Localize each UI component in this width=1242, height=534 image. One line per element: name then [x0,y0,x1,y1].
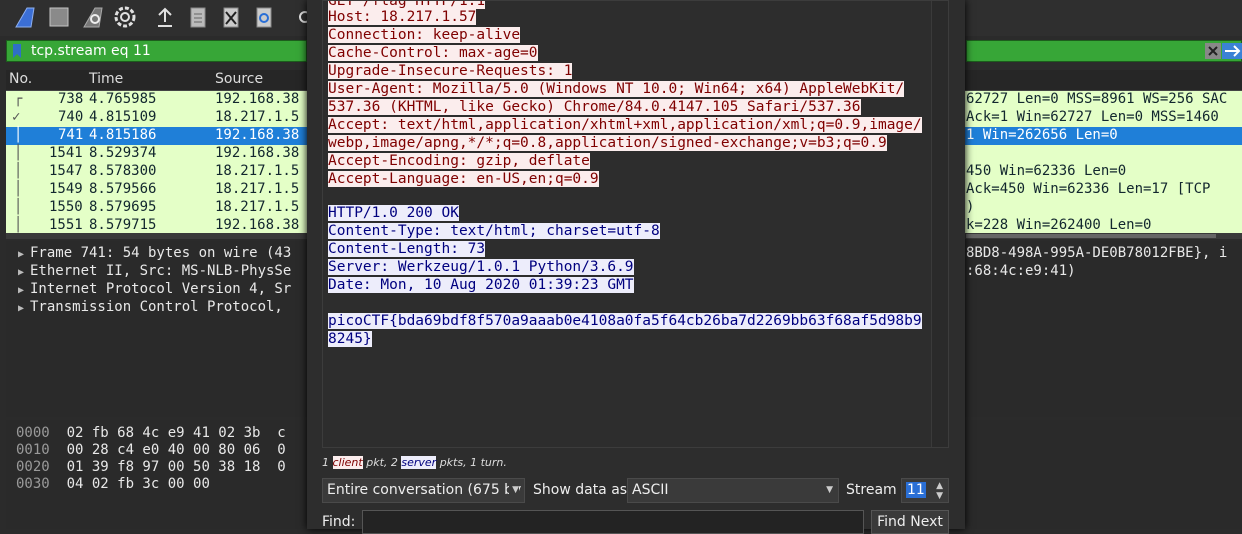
client-line: Connection: keep-alive [328,27,521,43]
flag-line: picoCTF{bda69bdf8f570a9aaab0e4108a0fa5f6… [328,313,922,329]
find-label: Find: [322,514,356,530]
client-line: Host: 18.217.1.57 [328,9,477,25]
find-next-button[interactable]: Find Next [871,510,949,534]
bytes-row[interactable]: 0010 00 28 c4 e0 40 00 80 06 0 [16,442,286,458]
flag-line: 8245} [328,331,372,347]
client-line: Upgrade-Insecure-Requests: 1 [328,63,573,79]
client-line: Accept-Encoding: gzip, deflate [328,153,590,169]
expand-arrow-icon[interactable]: ▶ [18,303,30,314]
stream-summary: 1 client pkt, 2 server pkts, 1 turn. [322,456,507,469]
detail-row-ethernet-end: :68:4c:e9:41) [966,263,1076,279]
server-line: Date: Mon, 10 Aug 2020 01:39:23 GMT [328,277,634,293]
client-line: 537.36 (KHTML, like Gecko) Chrome/84.0.4… [328,99,861,115]
close-file-icon[interactable] [218,4,244,30]
shark-fin-icon[interactable] [12,4,38,30]
options-gear-icon[interactable] [112,4,138,30]
stream-content-view[interactable]: GET /flag HTTP/1.1 Host: 18.217.1.57 Con… [322,0,949,448]
detail-row-frame-end: 8BD8-498A-995A-DE0B78012FBE}, i [966,245,1228,261]
hscroll-thumb[interactable] [966,234,1216,238]
server-line: HTTP/1.0 200 OK [328,205,459,221]
bookmark-icon[interactable] [11,43,23,63]
filter-input[interactable] [31,42,301,60]
stream-vscroll[interactable] [931,1,948,447]
detail-row-tcp[interactable]: ▶ Transmission Control Protocol, [18,299,283,315]
client-line: User-Agent: Mozilla/5.0 (Windows NT 10.0… [328,81,905,97]
client-tag: client [332,456,363,469]
client-line: webp,image/apng,*/*;q=0.8,application/si… [328,135,887,151]
reload-file-icon[interactable] [251,4,277,30]
detail-row-ip[interactable]: ▶ Internet Protocol Version 4, Sr [18,281,291,297]
spin-arrows-icon[interactable]: ▲ ▼ [936,481,943,501]
server-tag: server [401,456,437,469]
chevron-down-icon: ▼ [826,485,833,495]
open-file-icon[interactable] [152,4,178,30]
apply-filter-icon[interactable] [1222,43,1242,63]
column-header-no[interactable]: No. [9,71,32,87]
stop-icon[interactable] [46,4,72,30]
chevron-down-icon: ▼ [509,479,519,502]
stream-number-spinbox[interactable]: 11 ▲ ▼ [901,478,949,503]
bytes-row[interactable]: 0020 01 39 f8 97 00 50 38 18 0 [16,459,286,475]
detail-row-ethernet[interactable]: ▶ Ethernet II, Src: MS-NLB-PhysSe [18,263,291,279]
client-line: Accept: text/html,application/xhtml+xml,… [328,117,922,133]
restart-icon[interactable] [80,4,106,30]
detail-row-frame[interactable]: ▶ Frame 741: 54 bytes on wire (43 [18,245,291,261]
expand-arrow-icon[interactable]: ▶ [18,267,30,278]
expand-arrow-icon[interactable]: ▶ [18,249,30,260]
client-line: Cache-Control: max-age=0 [328,45,538,61]
stream-label: Stream [846,482,897,498]
column-header-source[interactable]: Source [215,71,263,87]
display-filter-field-end [966,40,1242,62]
show-data-as-label: Show data as [533,482,628,498]
server-line: Content-Length: 73 [328,241,486,257]
save-file-icon[interactable] [185,4,211,30]
bytes-row[interactable]: 0000 02 fb 68 4c e9 41 02 3b c [16,425,286,441]
find-input[interactable] [362,510,864,534]
follow-tcp-stream-dialog: GET /flag HTTP/1.1 Host: 18.217.1.57 Con… [307,0,965,534]
server-line: Server: Werkzeug/1.0.1 Python/3.6.9 [328,259,634,275]
conversation-select[interactable]: Entire conversation (675 by ▼ [322,478,525,503]
column-header-time[interactable]: Time [89,71,123,87]
server-line: Content-Type: text/html; charset=utf-8 [328,223,660,239]
client-line: Accept-Language: en-US,en;q=0.9 [328,171,599,187]
bytes-row[interactable]: 0030 04 02 fb 3c 00 00 [16,476,210,492]
expand-arrow-icon[interactable]: ▶ [18,285,30,296]
show-data-as-select[interactable]: ASCII ▼ [627,478,839,503]
clear-filter-icon[interactable] [1205,43,1221,63]
display-filter-field[interactable] [6,40,307,62]
